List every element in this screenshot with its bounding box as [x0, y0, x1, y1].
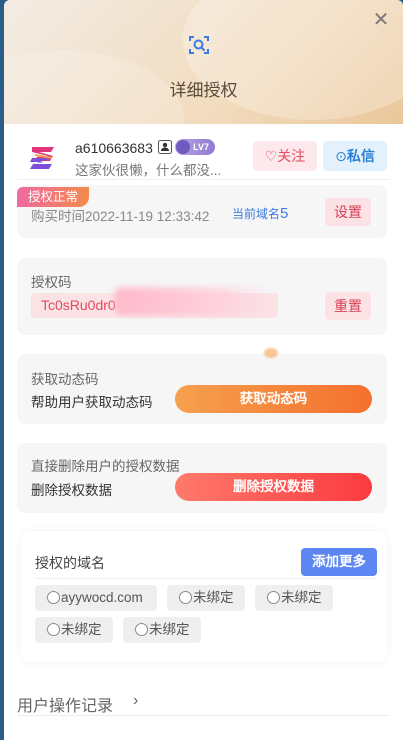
follow-button[interactable]: ♡关注	[253, 141, 317, 171]
banner-decoration	[183, 0, 403, 120]
add-more-button[interactable]: 添加更多	[301, 548, 377, 576]
reset-button[interactable]: 重置	[325, 292, 371, 320]
radio-icon	[179, 591, 192, 604]
license-status-card: 授权正常 购买时间2022-11-19 12:33:42 当前域名5 设置	[17, 185, 387, 238]
domain-count-value: 5	[280, 205, 289, 222]
user-bio: 这家伙很懒，什么都没...	[75, 163, 222, 178]
header-banner: ✕ 详细授权	[4, 0, 403, 124]
domains-title: 授权的域名	[35, 555, 105, 571]
domain-chip-label: ayywocd.com	[61, 590, 143, 605]
radio-icon	[267, 591, 280, 604]
purchase-time: 购买时间2022-11-19 12:33:42	[31, 209, 210, 224]
license-detail-modal: ✕ 详细授权 a610663683 LV7 这家伙很懒，什么都没... ♡关注 …	[4, 0, 403, 740]
settings-button[interactable]: 设置	[325, 198, 371, 226]
get-dynamic-code-button[interactable]: 获取动态码	[175, 385, 372, 413]
dynamic-code-card: 获取动态码 帮助用户获取动态码 获取动态码	[17, 348, 387, 424]
chat-icon: ⊙	[335, 148, 347, 164]
dynamic-code-desc: 帮助用户获取动态码	[31, 395, 153, 410]
domain-chip-label: 未绑定	[281, 590, 322, 605]
domain-chip[interactable]: 未绑定	[255, 585, 333, 611]
close-icon[interactable]: ✕	[371, 10, 391, 30]
decoration-dot	[264, 348, 278, 358]
domain-count-label: 当前域名	[232, 207, 281, 221]
delete-data-title: 直接删除用户的授权数据	[31, 459, 180, 474]
verified-user-icon	[158, 140, 172, 154]
auth-code-label: 授权码	[31, 275, 72, 290]
user-info-row: a610663683 LV7 这家伙很懒，什么都没... ♡关注 ⊙私信	[4, 124, 403, 180]
avatar[interactable]	[26, 140, 62, 176]
domain-chip[interactable]: 未绑定	[167, 585, 245, 611]
status-badge: 授权正常	[17, 187, 89, 207]
domain-chip-label: 未绑定	[61, 622, 102, 637]
dynamic-code-title: 获取动态码	[31, 372, 99, 387]
follow-label: 关注	[277, 148, 306, 164]
heart-icon: ♡	[264, 148, 278, 164]
domain-chip-label: 未绑定	[149, 622, 190, 637]
domain-count: 当前域名5	[232, 205, 288, 222]
scan-search-icon	[189, 36, 209, 54]
redaction-blur	[115, 287, 270, 315]
auth-code-card: 授权码 Tc0sRu0dr0 重置	[17, 258, 387, 335]
page-title: 详细授权	[169, 81, 238, 100]
divider	[35, 578, 377, 579]
username: a610663683	[75, 140, 153, 156]
delete-data-card: 直接删除用户的授权数据 删除授权数据 删除授权数据	[17, 443, 387, 513]
domain-chip[interactable]: 未绑定	[123, 617, 201, 643]
radio-icon	[47, 591, 60, 604]
chevron-right-icon: ›	[133, 692, 139, 709]
radio-icon	[135, 623, 148, 636]
user-operation-log-link[interactable]: 用户操作记录 ›	[17, 688, 390, 716]
authorized-domains-card: 授权的域名 添加更多 ayywocd.com 未绑定 未绑定 未绑定 未绑定	[21, 531, 387, 662]
message-button[interactable]: ⊙私信	[323, 141, 387, 171]
domain-chip[interactable]: ayywocd.com	[35, 585, 157, 611]
radio-icon	[47, 623, 60, 636]
message-label: 私信	[346, 148, 375, 164]
level-badge: LV7	[175, 139, 215, 155]
delete-data-button[interactable]: 删除授权数据	[175, 473, 372, 501]
domain-chip[interactable]: 未绑定	[35, 617, 113, 643]
operation-log-label: 用户操作记录	[17, 698, 114, 715]
domain-chip-label: 未绑定	[193, 590, 234, 605]
divider	[17, 179, 390, 180]
delete-data-desc: 删除授权数据	[31, 483, 112, 498]
